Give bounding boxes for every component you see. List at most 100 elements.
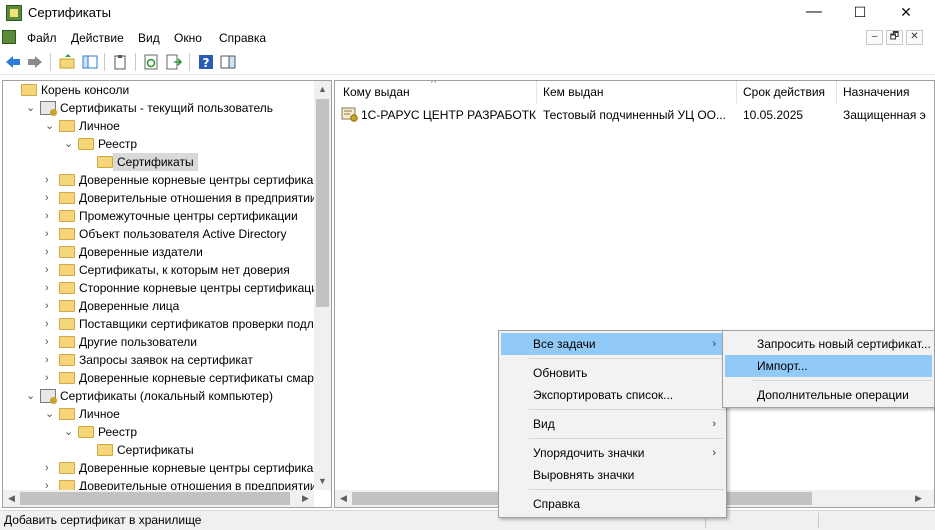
column-header-issued-to[interactable]: Кому выдан bbox=[337, 81, 537, 104]
column-header-intended-purposes[interactable]: Назначения bbox=[837, 81, 934, 104]
collapse-chevron-icon[interactable] bbox=[7, 81, 17, 99]
tree-item[interactable]: › Запросы заявок на сертификат bbox=[3, 351, 316, 369]
menu-item-export-list[interactable]: Экспортировать список... bbox=[501, 384, 724, 406]
tree-item[interactable]: ⌄ Личное bbox=[3, 405, 316, 423]
tree-item[interactable]: › Доверенные корневые центры сертификации bbox=[3, 459, 331, 477]
mdi-minimize-button[interactable]: – bbox=[866, 30, 883, 45]
forward-arrow-icon[interactable] bbox=[27, 54, 43, 70]
tree-item[interactable]: › Сторонние корневые центры сертификации bbox=[3, 279, 325, 297]
maximize-button[interactable]: ☐ bbox=[837, 0, 883, 26]
help-icon[interactable]: ? bbox=[198, 54, 214, 70]
collapse-chevron-icon[interactable]: › bbox=[45, 351, 55, 369]
tree-item[interactable]: ⌄ Личное bbox=[3, 117, 316, 135]
collapse-chevron-icon[interactable]: › bbox=[45, 315, 55, 333]
up-folder-icon[interactable] bbox=[59, 54, 75, 70]
menu-action[interactable]: Действие bbox=[71, 31, 124, 45]
tree-item[interactable]: › Доверенные издатели bbox=[3, 243, 316, 261]
column-header-issued-by[interactable]: Кем выдан bbox=[537, 81, 737, 104]
menu-item-refresh[interactable]: Обновить bbox=[501, 362, 724, 384]
tree-item-label: Доверенные корневые центры сертификации bbox=[79, 461, 332, 475]
collapse-chevron-icon[interactable]: › bbox=[45, 189, 55, 207]
toolbar-separator bbox=[189, 53, 190, 71]
refresh-icon[interactable] bbox=[143, 54, 159, 70]
tree-item[interactable]: › Доверенные корневые центры сертификации bbox=[3, 171, 331, 189]
column-header-expiration-date[interactable]: Срок действия bbox=[737, 81, 837, 104]
scroll-right-arrow-icon[interactable]: ▶ bbox=[297, 490, 314, 507]
menu-item-arrange-icons[interactable]: Упорядочить значки › bbox=[501, 442, 724, 464]
tree-vertical-scrollbar[interactable]: ▲ ▼ bbox=[314, 81, 331, 490]
collapse-chevron-icon[interactable]: › bbox=[45, 243, 55, 261]
close-button[interactable]: ✕ bbox=[883, 0, 929, 26]
tree-vertical-scrollbar-thumb[interactable] bbox=[316, 99, 329, 307]
table-row[interactable]: 1С-РАРУС ЦЕНТР РАЗРАБОТКИ Тестовый подчи… bbox=[335, 105, 934, 125]
tree-item[interactable]: › Доверенные лица bbox=[3, 297, 316, 315]
menu-item-all-tasks[interactable]: Все задачи › bbox=[501, 333, 724, 355]
scroll-left-arrow-icon[interactable]: ◀ bbox=[3, 490, 20, 507]
menu-view[interactable]: Вид bbox=[138, 31, 160, 45]
collapse-chevron-icon[interactable]: › bbox=[45, 333, 55, 351]
collapse-chevron-icon[interactable] bbox=[83, 153, 93, 171]
expand-chevron-icon[interactable]: ⌄ bbox=[26, 387, 36, 405]
menu-window[interactable]: Окно bbox=[174, 31, 202, 45]
tree-item[interactable]: ⌄ Сертификаты (локальный компьютер) bbox=[3, 387, 316, 405]
menu-item-request-new-certificate[interactable]: Запросить новый сертификат... bbox=[725, 333, 932, 355]
tree-item[interactable]: › Поставщики сертификатов проверки подлин bbox=[3, 315, 327, 333]
console-system-menu-icon[interactable] bbox=[2, 30, 16, 44]
export-list-icon[interactable] bbox=[166, 54, 182, 70]
expand-chevron-icon[interactable]: ⌄ bbox=[45, 117, 55, 135]
tree-item[interactable]: Сертификаты bbox=[3, 153, 316, 171]
back-arrow-icon[interactable] bbox=[5, 54, 21, 70]
scroll-left-arrow-icon[interactable]: ◀ bbox=[335, 490, 352, 507]
tree-item[interactable]: Сертификаты bbox=[3, 441, 316, 459]
menu-item-import[interactable]: Импорт... bbox=[725, 355, 932, 377]
collapse-chevron-icon[interactable] bbox=[83, 441, 93, 459]
collapse-chevron-icon[interactable]: › bbox=[45, 279, 55, 297]
expand-chevron-icon[interactable]: ⌄ bbox=[64, 423, 74, 441]
folder-icon bbox=[59, 354, 75, 366]
tree-item[interactable]: › Промежуточные центры сертификации bbox=[3, 207, 316, 225]
collapse-chevron-icon[interactable]: › bbox=[45, 261, 55, 279]
expand-chevron-icon[interactable]: ⌄ bbox=[64, 135, 74, 153]
expand-chevron-icon[interactable]: ⌄ bbox=[45, 405, 55, 423]
clipboard-icon[interactable] bbox=[112, 54, 128, 70]
scroll-down-arrow-icon[interactable]: ▼ bbox=[314, 473, 331, 490]
menu-item-view[interactable]: Вид › bbox=[501, 413, 724, 435]
collapse-chevron-icon[interactable]: › bbox=[45, 225, 55, 243]
console-tree-pane[interactable]: Корень консоли ⌄ Сертификаты - текущий пол… bbox=[2, 80, 332, 508]
collapse-chevron-icon[interactable]: › bbox=[45, 369, 55, 387]
collapse-chevron-icon[interactable]: › bbox=[45, 171, 55, 189]
submenu-arrow-icon: › bbox=[712, 418, 716, 430]
tree-item-label: Запросы заявок на сертификат bbox=[79, 353, 253, 367]
action-pane-icon[interactable] bbox=[220, 54, 236, 70]
folder-icon bbox=[78, 426, 94, 438]
collapse-chevron-icon[interactable]: › bbox=[45, 297, 55, 315]
folder-icon bbox=[59, 174, 75, 186]
tree-horizontal-scrollbar[interactable]: ◀ ▶ bbox=[3, 490, 314, 507]
mdi-restore-button[interactable]: 🗗 bbox=[886, 30, 903, 45]
minimize-button[interactable]: — bbox=[791, 0, 837, 26]
tree-item[interactable]: › Доверительные отношения в предприятии bbox=[3, 189, 317, 207]
scroll-up-arrow-icon[interactable]: ▲ bbox=[314, 81, 331, 98]
tree-item[interactable]: › Объект пользователя Active Directory bbox=[3, 225, 316, 243]
menu-item-advanced-operations[interactable]: Дополнительные операции bbox=[725, 384, 932, 406]
tree-item-label: Личное bbox=[79, 407, 120, 421]
menu-item-help[interactable]: Справка bbox=[501, 493, 724, 515]
tree-item-label: Другие пользователи bbox=[79, 335, 197, 349]
tree-item[interactable]: › Доверенные корневые сертификаты смарт-к bbox=[3, 369, 328, 387]
tree-item[interactable]: › Другие пользователи bbox=[3, 333, 316, 351]
tree-item[interactable]: ⌄ Сертификаты - текущий пользователь bbox=[3, 99, 316, 117]
scroll-right-arrow-icon[interactable]: ▶ bbox=[910, 490, 927, 507]
show-hide-console-tree-icon[interactable] bbox=[82, 54, 98, 70]
tree-item[interactable]: Корень консоли bbox=[3, 81, 316, 99]
menu-item-line-up-icons[interactable]: Выровнять значки bbox=[501, 464, 724, 486]
menu-help[interactable]: Справка bbox=[219, 31, 266, 45]
tree-item[interactable]: ⌄ Реестр bbox=[3, 423, 316, 441]
tree-item[interactable]: › Сертификаты, к которым нет доверия bbox=[3, 261, 316, 279]
tree-horizontal-scrollbar-thumb[interactable] bbox=[20, 492, 290, 505]
mdi-close-button[interactable]: ✕ bbox=[906, 30, 923, 45]
expand-chevron-icon[interactable]: ⌄ bbox=[26, 99, 36, 117]
tree-item[interactable]: ⌄ Реестр bbox=[3, 135, 316, 153]
menu-file[interactable]: Файл bbox=[27, 31, 57, 45]
collapse-chevron-icon[interactable]: › bbox=[45, 207, 55, 225]
collapse-chevron-icon[interactable]: › bbox=[45, 459, 55, 477]
